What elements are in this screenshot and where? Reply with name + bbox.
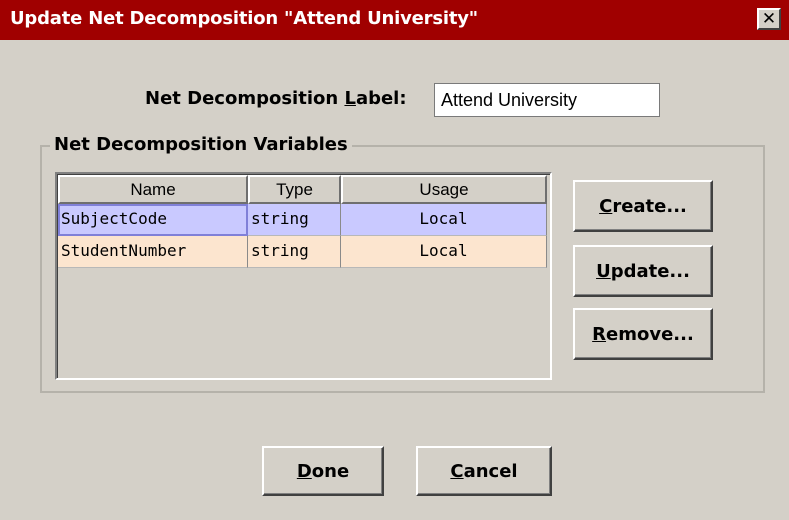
done-label: one xyxy=(311,460,350,482)
dialog-titlebar: Update Net Decomposition "Attend Univers… xyxy=(0,0,789,40)
create-button[interactable]: Create... xyxy=(573,180,713,232)
update-button[interactable]: Update... xyxy=(573,245,713,297)
close-icon: ✕ xyxy=(761,8,777,29)
cell-type: string xyxy=(248,236,341,268)
variables-table[interactable]: Name Type Usage SubjectCode string Local… xyxy=(55,172,552,380)
done-button[interactable]: Done xyxy=(262,446,384,496)
cell-usage: Local xyxy=(341,236,547,268)
close-button[interactable]: ✕ xyxy=(757,8,781,30)
column-header-name[interactable]: Name xyxy=(58,175,248,204)
cell-type: string xyxy=(248,204,341,236)
create-mnemonic: C xyxy=(599,195,613,217)
table-row[interactable]: StudentNumber string Local xyxy=(58,236,547,268)
remove-label: emove... xyxy=(606,323,694,345)
table-row[interactable]: SubjectCode string Local xyxy=(58,204,547,236)
dialog-title: Update Net Decomposition "Attend Univers… xyxy=(10,8,478,29)
cancel-button[interactable]: Cancel xyxy=(416,446,552,496)
remove-button[interactable]: Remove... xyxy=(573,308,713,360)
table-header: Name Type Usage xyxy=(58,175,547,204)
caption-suffix: abel: xyxy=(355,88,407,109)
decomposition-label-caption: Net Decomposition Label: xyxy=(145,88,407,109)
cell-name: SubjectCode xyxy=(58,204,248,236)
cell-name: StudentNumber xyxy=(58,236,248,268)
caption-prefix: Net Decomposition xyxy=(145,88,345,109)
done-mnemonic: D xyxy=(296,460,312,482)
cancel-label: ancel xyxy=(463,460,518,482)
remove-mnemonic: R xyxy=(592,323,607,345)
column-header-usage[interactable]: Usage xyxy=(341,175,547,204)
cell-usage: Local xyxy=(341,204,547,236)
cancel-mnemonic: C xyxy=(450,460,464,482)
column-header-type[interactable]: Type xyxy=(248,175,341,204)
decomposition-label-input[interactable] xyxy=(434,83,660,117)
create-label: reate... xyxy=(612,195,687,217)
update-label: pdate... xyxy=(610,260,690,282)
update-mnemonic: U xyxy=(596,260,611,282)
variables-group-title: Net Decomposition Variables xyxy=(50,134,352,155)
caption-mnemonic: L xyxy=(344,88,356,109)
